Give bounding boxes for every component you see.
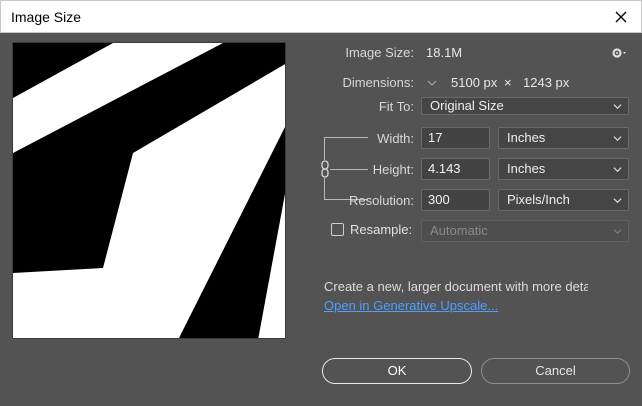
chevron-down-icon[interactable] [426, 77, 438, 89]
dimensions-width: 5100 px [451, 75, 498, 90]
chevron-down-icon [613, 229, 622, 235]
constrain-proportions-icon[interactable] [320, 160, 330, 178]
chevron-down-icon [613, 198, 622, 204]
generative-upscale-link[interactable]: Open in Generative Upscale... [324, 298, 498, 313]
dimensions-height: 1243 px [523, 75, 570, 90]
ok-button[interactable]: OK [322, 358, 472, 384]
fit-to-label: Fit To: [378, 99, 414, 114]
resample-label: Resample: [350, 222, 413, 237]
chevron-down-icon [613, 167, 622, 173]
resample-checkbox[interactable] [331, 223, 344, 236]
fit-to-value: Original Size [430, 98, 504, 113]
fit-to-select[interactable]: Original Size [421, 97, 629, 115]
resolution-input[interactable]: 300 [421, 189, 490, 211]
resolution-unit-value: Pixels/Inch [507, 192, 570, 207]
gear-icon[interactable] [611, 46, 627, 60]
height-input[interactable]: 4.143 [421, 158, 490, 180]
resolution-label: Resolution: [348, 193, 414, 208]
image-preview[interactable] [12, 42, 286, 339]
title-bar: Image Size [0, 0, 642, 33]
image-size-value: 18.1M [426, 45, 463, 60]
width-input[interactable]: 17 [421, 127, 490, 149]
image-size-label: Image Size: [345, 45, 414, 60]
close-icon[interactable] [609, 5, 633, 29]
window-title: Image Size [11, 9, 82, 25]
dimensions-times: × [504, 75, 512, 90]
preview-artwork [13, 43, 285, 338]
chevron-down-icon [613, 136, 622, 142]
resolution-unit-select[interactable]: Pixels/Inch [498, 189, 629, 211]
width-unit-select[interactable]: Inches [498, 127, 629, 149]
chevron-down-icon [613, 104, 622, 110]
resample-method-select: Automatic [421, 220, 629, 242]
dimensions-label: Dimensions: [342, 75, 414, 90]
upscale-description: Create a new, larger document with more … [324, 279, 588, 294]
height-label: Height: [372, 162, 414, 177]
height-unit-select[interactable]: Inches [498, 158, 629, 180]
height-unit-value: Inches [507, 161, 546, 176]
width-unit-value: Inches [507, 130, 546, 145]
width-label: Width: [377, 131, 414, 146]
resample-method-value: Automatic [430, 223, 488, 238]
cancel-button[interactable]: Cancel [481, 358, 630, 384]
